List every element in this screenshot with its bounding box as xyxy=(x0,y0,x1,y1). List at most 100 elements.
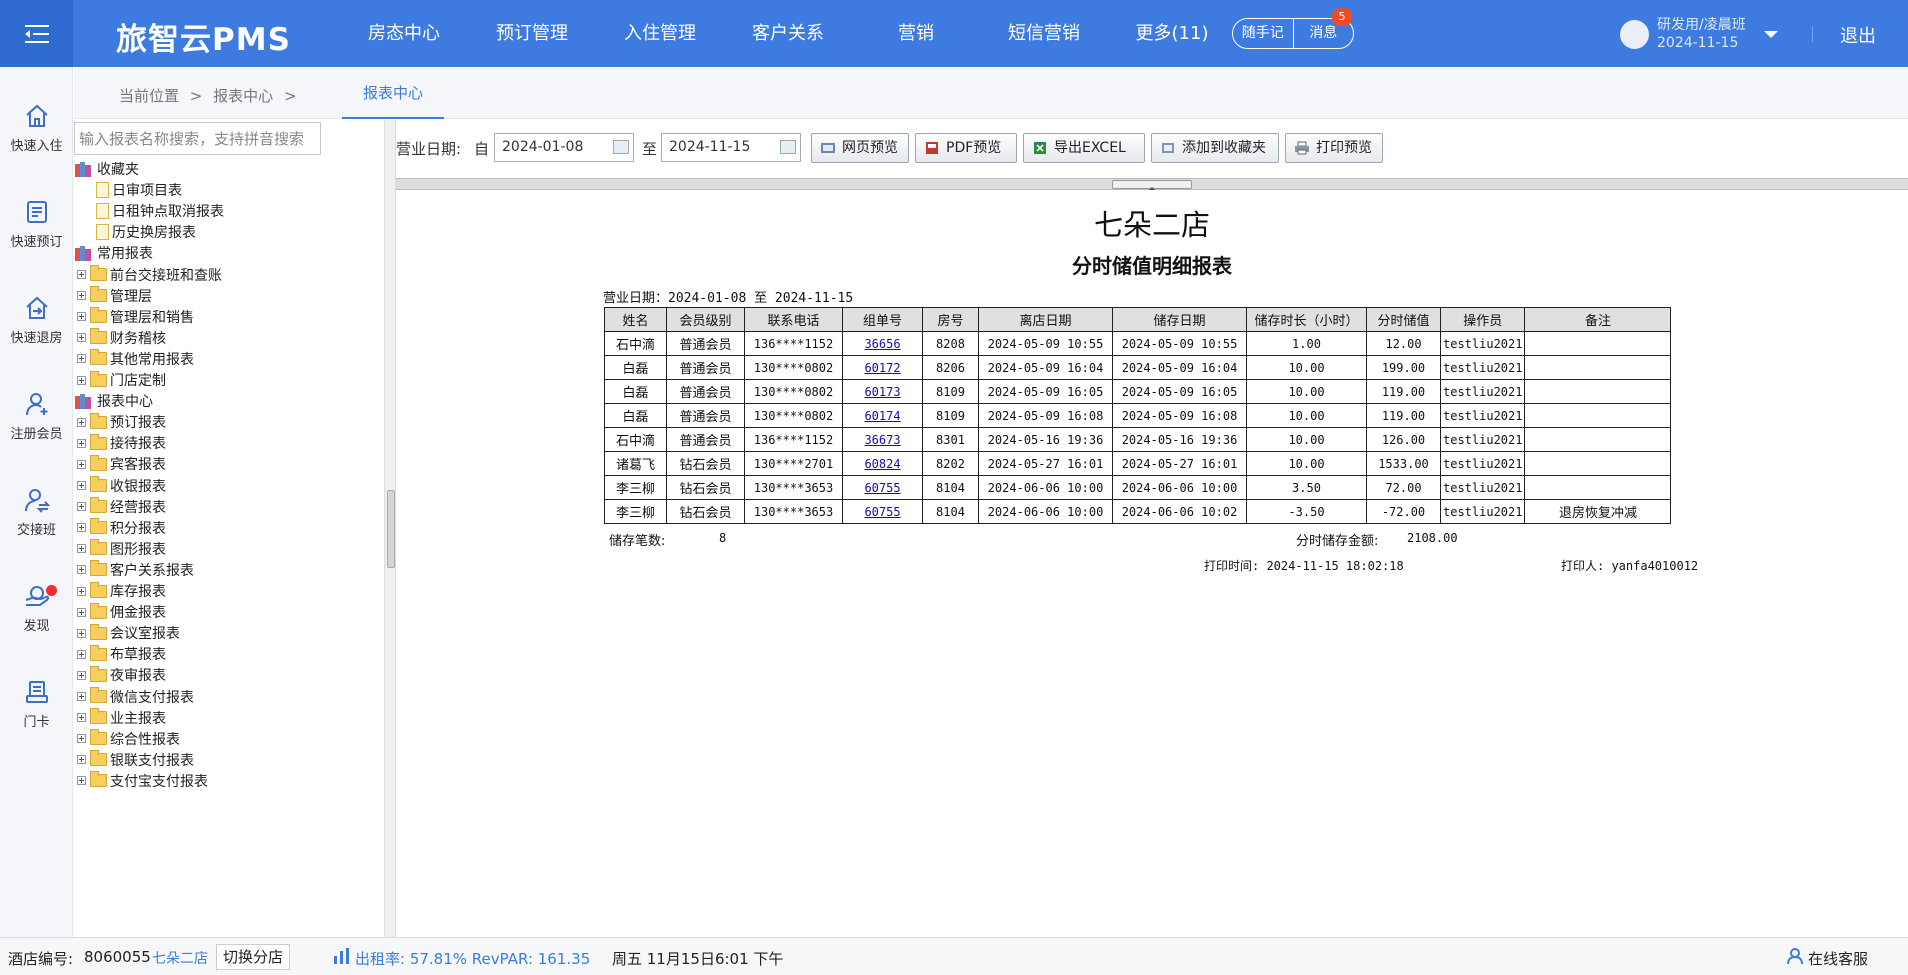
expand-icon[interactable] xyxy=(77,523,86,533)
tree-folder-node[interactable]: 图形报表 xyxy=(77,539,166,559)
tree-folder-node[interactable]: 业主报表 xyxy=(77,708,166,728)
report-search-input[interactable] xyxy=(74,122,321,155)
tree-folder-node[interactable]: 接待报表 xyxy=(77,433,166,453)
tree-report-item[interactable]: 历史换房报表 xyxy=(96,222,196,242)
tree-folder-node[interactable]: 微信支付报表 xyxy=(77,687,194,707)
tree-report-item[interactable]: 日审项目表 xyxy=(96,180,182,200)
tree-folder-node[interactable]: 宾客报表 xyxy=(77,454,166,474)
nav-reservation[interactable]: 预订管理 xyxy=(468,0,596,67)
sidebar-item-door-card[interactable]: 门卡 xyxy=(0,679,73,730)
nav-crm[interactable]: 客户关系 xyxy=(724,0,852,67)
tree-report-item[interactable]: 日租钟点取消报表 xyxy=(96,201,224,221)
panel-splitter[interactable] xyxy=(384,120,396,937)
sidebar-item-shift-handover[interactable]: 交接班 xyxy=(0,487,73,538)
switch-branch-button[interactable]: 切换分店 xyxy=(216,944,291,970)
expand-icon[interactable] xyxy=(77,713,86,723)
sidebar-item-discover[interactable]: 发现 xyxy=(0,583,73,634)
start-date-field[interactable]: 2024-01-08 xyxy=(494,133,634,162)
tree-folder-node[interactable]: 财务稽核 xyxy=(77,328,166,348)
sidebar-item-quick-checkin[interactable]: 快速入住 xyxy=(0,103,73,154)
sidebar-item-quick-booking[interactable]: 快速预订 xyxy=(0,199,73,250)
end-date-field[interactable]: 2024-11-15 xyxy=(661,133,801,162)
web-preview-button[interactable]: 网页预览 xyxy=(811,133,909,163)
tree-folder-node[interactable]: 管理层和销售 xyxy=(77,307,194,327)
splitter-handle[interactable] xyxy=(387,490,395,568)
breadcrumb-item[interactable]: 报表中心 xyxy=(213,87,273,105)
nav-checkin[interactable]: 入住管理 xyxy=(596,0,724,67)
menu-toggle-button[interactable] xyxy=(0,0,73,67)
expand-icon[interactable] xyxy=(77,312,86,322)
memo-button[interactable]: 随手记 xyxy=(1233,19,1294,48)
tree-folder-node[interactable]: 综合性报表 xyxy=(77,729,180,749)
nav-marketing[interactable]: 营销 xyxy=(852,0,980,67)
calendar-icon[interactable] xyxy=(780,140,796,154)
order-number-link[interactable]: 60824 xyxy=(864,457,900,471)
tree-folder-node[interactable]: 管理层 xyxy=(77,286,152,306)
tree-folder-node[interactable]: 其他常用报表 xyxy=(77,349,194,369)
expand-icon[interactable] xyxy=(77,438,86,448)
nav-room-status[interactable]: 房态中心 xyxy=(340,0,468,67)
order-number-link[interactable]: 36673 xyxy=(864,433,900,447)
tree-folder-node[interactable]: 支付宝支付报表 xyxy=(77,771,208,791)
export-excel-button[interactable]: 导出EXCEL xyxy=(1023,133,1145,163)
order-number-link[interactable]: 60755 xyxy=(864,481,900,495)
nav-more[interactable]: 更多(11) xyxy=(1108,0,1236,67)
tree-folder-node[interactable]: 夜审报表 xyxy=(77,665,166,685)
expand-icon[interactable] xyxy=(77,354,86,364)
order-number-link[interactable]: 60174 xyxy=(864,409,900,423)
expand-icon[interactable] xyxy=(77,291,86,301)
expand-icon[interactable] xyxy=(77,649,86,659)
table-cell: 199.00 xyxy=(1366,355,1441,380)
tree-folder-node[interactable]: 预订报表 xyxy=(77,412,166,432)
expand-icon[interactable] xyxy=(77,417,86,427)
expand-icon[interactable] xyxy=(77,670,86,680)
tree-folder-node[interactable]: 积分报表 xyxy=(77,518,166,538)
order-number-link[interactable]: 60755 xyxy=(864,505,900,519)
print-preview-button[interactable]: 打印预览 xyxy=(1285,133,1383,163)
expand-icon[interactable] xyxy=(77,734,86,744)
tree-root-node[interactable]: 收藏夹 xyxy=(74,159,139,179)
expand-icon[interactable] xyxy=(77,755,86,765)
expand-icon[interactable] xyxy=(77,375,86,385)
sidebar-item-quick-checkout[interactable]: 快速退房 xyxy=(0,295,73,346)
collapse-toggle-button[interactable] xyxy=(1112,180,1192,192)
order-number-link[interactable]: 60172 xyxy=(864,361,900,375)
tree-folder-node[interactable]: 经营报表 xyxy=(77,497,166,517)
logout-button[interactable]: 退出 xyxy=(1840,22,1876,48)
customer-service-icon xyxy=(1787,948,1803,965)
sidebar-item-register-member[interactable]: 注册会员 xyxy=(0,391,73,442)
user-menu[interactable]: 研发用/凌晨班 2024-11-15 xyxy=(1620,16,1778,52)
pdf-preview-button[interactable]: PDF预览 xyxy=(915,133,1017,163)
expand-icon[interactable] xyxy=(77,459,86,469)
expand-icon[interactable] xyxy=(77,333,86,343)
expand-icon[interactable] xyxy=(77,628,86,638)
expand-icon[interactable] xyxy=(77,481,86,490)
expand-icon[interactable] xyxy=(77,692,86,701)
expand-icon[interactable] xyxy=(77,544,86,554)
tree-folder-node[interactable]: 会议室报表 xyxy=(77,623,180,643)
tree-folder-node[interactable]: 客户关系报表 xyxy=(77,560,194,580)
order-number-link[interactable]: 60173 xyxy=(864,385,900,399)
online-service-link[interactable]: 在线客服 xyxy=(1808,948,1868,969)
expand-icon[interactable] xyxy=(77,607,86,617)
add-favorite-button[interactable]: 添加到收藏夹 xyxy=(1151,133,1279,163)
tab-report-center[interactable]: 报表中心 xyxy=(342,67,444,119)
tree-folder-node[interactable]: 收银报表 xyxy=(77,476,166,496)
expand-icon[interactable] xyxy=(77,586,86,596)
tree-root-node[interactable]: 报表中心 xyxy=(74,391,153,411)
nav-sms-marketing[interactable]: 短信营销 xyxy=(980,0,1108,67)
expand-icon[interactable] xyxy=(77,270,86,279)
tree-root-node[interactable]: 常用报表 xyxy=(74,243,153,263)
expand-icon[interactable] xyxy=(77,502,86,512)
tree-folder-node[interactable]: 库存报表 xyxy=(77,581,166,601)
order-number-link[interactable]: 36656 xyxy=(864,337,900,351)
tree-folder-node[interactable]: 门店定制 xyxy=(77,370,166,390)
expand-icon[interactable] xyxy=(77,776,86,786)
tree-folder-node[interactable]: 布草报表 xyxy=(77,644,166,664)
expand-icon[interactable] xyxy=(77,565,86,575)
tree-folder-node[interactable]: 佣金报表 xyxy=(77,602,166,622)
tree-folder-node[interactable]: 银联支付报表 xyxy=(77,750,194,770)
tree-folder-node[interactable]: 前台交接班和查账 xyxy=(77,265,222,285)
table-row: 石中滴 普通会员 136****1152 36656 8208 2024-05-09 10… xyxy=(604,331,1672,356)
calendar-icon[interactable] xyxy=(613,140,629,154)
